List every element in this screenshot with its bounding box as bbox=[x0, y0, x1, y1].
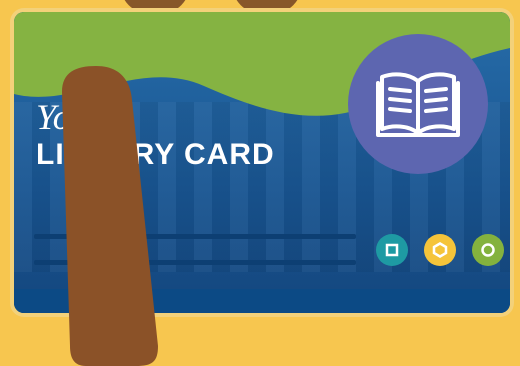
teal-dot bbox=[376, 234, 408, 266]
finger-overlay bbox=[62, 66, 158, 366]
square-icon bbox=[385, 243, 399, 257]
book-badge bbox=[348, 34, 488, 174]
hexagon-icon bbox=[432, 242, 448, 258]
yellow-dot bbox=[424, 234, 456, 266]
green-dot bbox=[472, 234, 504, 266]
circle-icon bbox=[481, 243, 495, 257]
open-book-icon bbox=[376, 72, 460, 137]
library-card-scene: Your LIBRARY CARD bbox=[0, 0, 520, 366]
